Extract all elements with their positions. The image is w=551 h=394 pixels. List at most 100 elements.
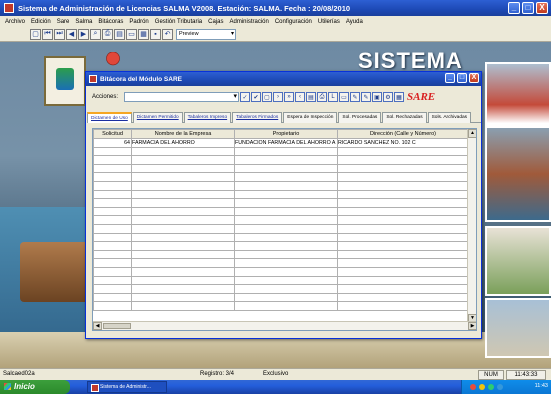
cell-direccion[interactable]: RICARDO SANCHEZ NO. 102 C: [337, 138, 469, 148]
menu-padron[interactable]: Padrón: [126, 19, 151, 25]
table-cell-empty[interactable]: [131, 232, 235, 243]
table-cell-empty[interactable]: [337, 172, 469, 182]
minimize-button[interactable]: _: [508, 2, 520, 14]
tray-network-icon[interactable]: [479, 384, 485, 390]
tray-sound-icon[interactable]: [488, 384, 494, 390]
column-header-propietario[interactable]: Propietario: [234, 129, 338, 139]
tab-dictamen-de-uso[interactable]: Dictamen de Uso: [87, 112, 132, 123]
table-cell-empty[interactable]: [337, 275, 469, 286]
table-row-empty[interactable]: [93, 232, 469, 243]
table-row-empty[interactable]: [93, 172, 469, 182]
approve-icon[interactable]: ✔: [251, 92, 261, 102]
tab-dictamen-permitido[interactable]: Dictamen Permitido: [132, 112, 183, 123]
table-cell-empty[interactable]: [93, 292, 132, 303]
table-cell-empty[interactable]: [234, 241, 338, 251]
table-cell-empty[interactable]: [131, 198, 235, 208]
table-cell-empty[interactable]: [234, 146, 338, 157]
table-cell-empty[interactable]: [131, 301, 235, 311]
table-cell-empty[interactable]: [234, 249, 338, 260]
actions-dropdown[interactable]: [124, 92, 239, 102]
menu-ayuda[interactable]: Ayuda: [343, 19, 366, 25]
last-icon[interactable]: »: [284, 92, 294, 102]
menu-edicion[interactable]: Edición: [28, 19, 54, 25]
table-cell-empty[interactable]: [93, 206, 132, 217]
menu-utilerias[interactable]: Utilerías: [315, 19, 343, 25]
table-row-empty[interactable]: [93, 163, 469, 174]
folder-icon[interactable]: ▭: [126, 28, 137, 40]
table-cell-empty[interactable]: [337, 189, 469, 200]
table-cell-empty[interactable]: [93, 241, 132, 251]
table-cell-empty[interactable]: [131, 275, 235, 286]
table-cell-empty[interactable]: [234, 232, 338, 243]
table-row-empty[interactable]: [93, 180, 469, 191]
report-icon[interactable]: ▤: [306, 92, 316, 102]
new-icon[interactable]: ▢: [30, 28, 41, 40]
table-cell-empty[interactable]: [337, 301, 469, 311]
table-cell-empty[interactable]: [131, 206, 235, 217]
table-cell-empty[interactable]: [337, 284, 469, 294]
menu-cajas[interactable]: Cajas: [205, 19, 226, 25]
table-row-empty[interactable]: [93, 249, 469, 260]
table-cell-empty[interactable]: [131, 189, 235, 200]
table-cell-empty[interactable]: [93, 275, 132, 286]
table-row-empty[interactable]: [93, 206, 469, 217]
table-cell-empty[interactable]: [93, 198, 132, 208]
table-cell-empty[interactable]: [337, 155, 469, 165]
folder-icon[interactable]: ▭: [339, 92, 349, 102]
table-cell-empty[interactable]: [234, 223, 338, 234]
table-cell-empty[interactable]: [337, 266, 469, 277]
table-row-empty[interactable]: [93, 266, 469, 277]
table-cell-empty[interactable]: [93, 223, 132, 234]
table-cell-empty[interactable]: [234, 258, 338, 268]
table-row-empty[interactable]: [93, 189, 469, 200]
table-cell-empty[interactable]: [131, 241, 235, 251]
table-row-empty[interactable]: [93, 284, 469, 294]
table-cell-empty[interactable]: [131, 146, 235, 157]
table-row[interactable]: 64 FARMACIA DEL AHORRO FUNDACION FARMACI…: [93, 138, 469, 148]
table-cell-empty[interactable]: [131, 172, 235, 182]
tray-shield-icon[interactable]: [470, 384, 476, 390]
table-cell-empty[interactable]: [337, 241, 469, 251]
previous-icon[interactable]: ‹: [295, 92, 305, 102]
table-cell-empty[interactable]: [234, 275, 338, 286]
table-row-empty[interactable]: [93, 275, 469, 286]
app-title-bar[interactable]: Sistema de Administración de Licencias S…: [0, 0, 551, 16]
menu-administracion[interactable]: Administración: [226, 19, 271, 25]
bitacora-minimize-button[interactable]: _: [445, 73, 455, 83]
table-cell-empty[interactable]: [131, 155, 235, 165]
close-button[interactable]: X: [536, 2, 548, 14]
taskbar-app-button[interactable]: Sistema de Administr...: [87, 381, 167, 393]
vertical-scrollbar[interactable]: ▲ ▼: [467, 129, 476, 323]
menu-archivo[interactable]: Archivo: [2, 19, 28, 25]
grid-icon[interactable]: ▦: [394, 92, 404, 102]
bitacora-close-button[interactable]: X: [469, 73, 479, 83]
scroll-up-icon[interactable]: ▲: [468, 129, 476, 138]
table-cell-empty[interactable]: [131, 249, 235, 260]
table-cell-empty[interactable]: [234, 180, 338, 191]
start-button[interactable]: Inicio: [0, 380, 70, 394]
scroll-left-icon[interactable]: ◀: [93, 322, 102, 330]
menu-bitacoras[interactable]: Bitácoras: [95, 19, 126, 25]
table-cell-empty[interactable]: [93, 163, 132, 174]
menu-configuracion[interactable]: Configuración: [272, 19, 315, 25]
table-cell-empty[interactable]: [234, 198, 338, 208]
table-cell-empty[interactable]: [93, 258, 132, 268]
table-row-empty[interactable]: [93, 146, 469, 157]
table-cell-empty[interactable]: [337, 258, 469, 268]
horizontal-scroll-thumb[interactable]: [103, 323, 131, 329]
table-row-empty[interactable]: [93, 292, 469, 303]
table-cell-empty[interactable]: [131, 266, 235, 277]
table-cell-empty[interactable]: [337, 223, 469, 234]
table-cell-empty[interactable]: [337, 146, 469, 157]
table-cell-empty[interactable]: [234, 301, 338, 311]
scroll-right-icon[interactable]: ▶: [468, 322, 476, 330]
tab-sol-rechazadas[interactable]: Sol. Rechazadas: [382, 112, 427, 123]
tab-tableros-impreso[interactable]: Tabaleros Impreso: [183, 112, 232, 123]
table-cell-empty[interactable]: [337, 215, 469, 225]
tray-update-icon[interactable]: [497, 384, 503, 390]
table-cell-empty[interactable]: [337, 163, 469, 174]
next-record-icon[interactable]: ▶: [78, 28, 89, 40]
tab-sol-procesadas[interactable]: Sol. Procesadas: [338, 112, 382, 123]
table-cell-empty[interactable]: [234, 189, 338, 200]
table-cell-empty[interactable]: [234, 155, 338, 165]
